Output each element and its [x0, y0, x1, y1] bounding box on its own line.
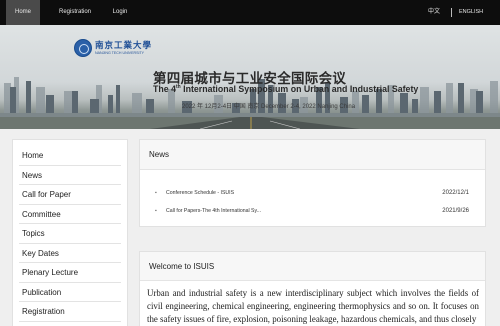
sidebar-item-call-for-paper[interactable]: Call for Paper — [19, 185, 121, 205]
conference-title-en-prefix: The 4 — [153, 84, 176, 94]
university-name-cn: 南京工業大學 — [95, 41, 153, 51]
bullet-icon: ▪ — [155, 190, 157, 196]
sidebar-item-plenary-lecture[interactable]: Plenary Lecture — [19, 263, 121, 283]
sidebar-item-registration[interactable]: Registration — [19, 302, 121, 322]
lang-chinese-link[interactable]: 中文 — [428, 0, 440, 25]
top-nav-bar: Home Registration Login 中文 ENGLISH — [0, 0, 500, 25]
news-item[interactable]: ▪ Call for Papers-The 4th International … — [154, 202, 471, 220]
news-list: ▪ Conference Schedule - ISUIS 2022/12/1 … — [140, 170, 485, 220]
sidebar-item-publication[interactable]: Publication — [19, 283, 121, 302]
news-date: 2022/12/1 — [442, 190, 469, 196]
conference-title-en-suffix: International Symposium on Urban and Ind… — [180, 84, 419, 94]
sidebar-item-key-dates[interactable]: Key Dates — [19, 244, 121, 263]
nav-home-link[interactable]: Home — [6, 0, 40, 25]
news-headline[interactable]: Call for Papers-The 4th International Sy… — [166, 202, 261, 220]
news-date: 2021/9/26 — [442, 208, 469, 214]
conference-date-line: 2022 年 12月2-4日 中国 南京 December 2-4, 2022 … — [182, 104, 356, 110]
lang-divider — [451, 8, 452, 17]
conference-title-en: The 4th International Symposium on Urban… — [153, 84, 418, 94]
university-seal-icon — [74, 39, 92, 57]
news-heading: News — [140, 140, 485, 170]
nav-registration-link[interactable]: Registration — [50, 0, 100, 25]
sidebar-item-topics[interactable]: Topics — [19, 224, 121, 244]
news-panel: News ▪ Conference Schedule - ISUIS 2022/… — [139, 139, 486, 227]
bullet-icon: ▪ — [155, 208, 157, 214]
welcome-panel: Welcome to ISUIS Urban and industrial sa… — [139, 251, 486, 326]
news-item[interactable]: ▪ Conference Schedule - ISUIS 2022/12/1 — [154, 184, 471, 202]
nav-login-link[interactable]: Login — [106, 0, 134, 25]
sidebar-item-home[interactable]: Home — [19, 146, 121, 166]
welcome-heading: Welcome to ISUIS — [140, 252, 485, 281]
sidebar-menu: Home News Call for Paper Committee Topic… — [12, 139, 128, 326]
welcome-paragraph: Urban and industrial safety is a new int… — [147, 288, 479, 325]
lang-english-link[interactable]: ENGLISH — [459, 0, 483, 25]
sidebar-item-news[interactable]: News — [19, 166, 121, 185]
conference-banner: 南京工業大學 NANJING TECH UNIVERSITY 第四届城市与工业安… — [0, 25, 500, 129]
university-name-en: NANJING TECH UNIVERSITY — [95, 51, 145, 55]
university-logo: 南京工業大學 NANJING TECH UNIVERSITY — [74, 39, 151, 61]
news-headline[interactable]: Conference Schedule - ISUIS — [166, 184, 234, 202]
sidebar-item-committee[interactable]: Committee — [19, 205, 121, 224]
